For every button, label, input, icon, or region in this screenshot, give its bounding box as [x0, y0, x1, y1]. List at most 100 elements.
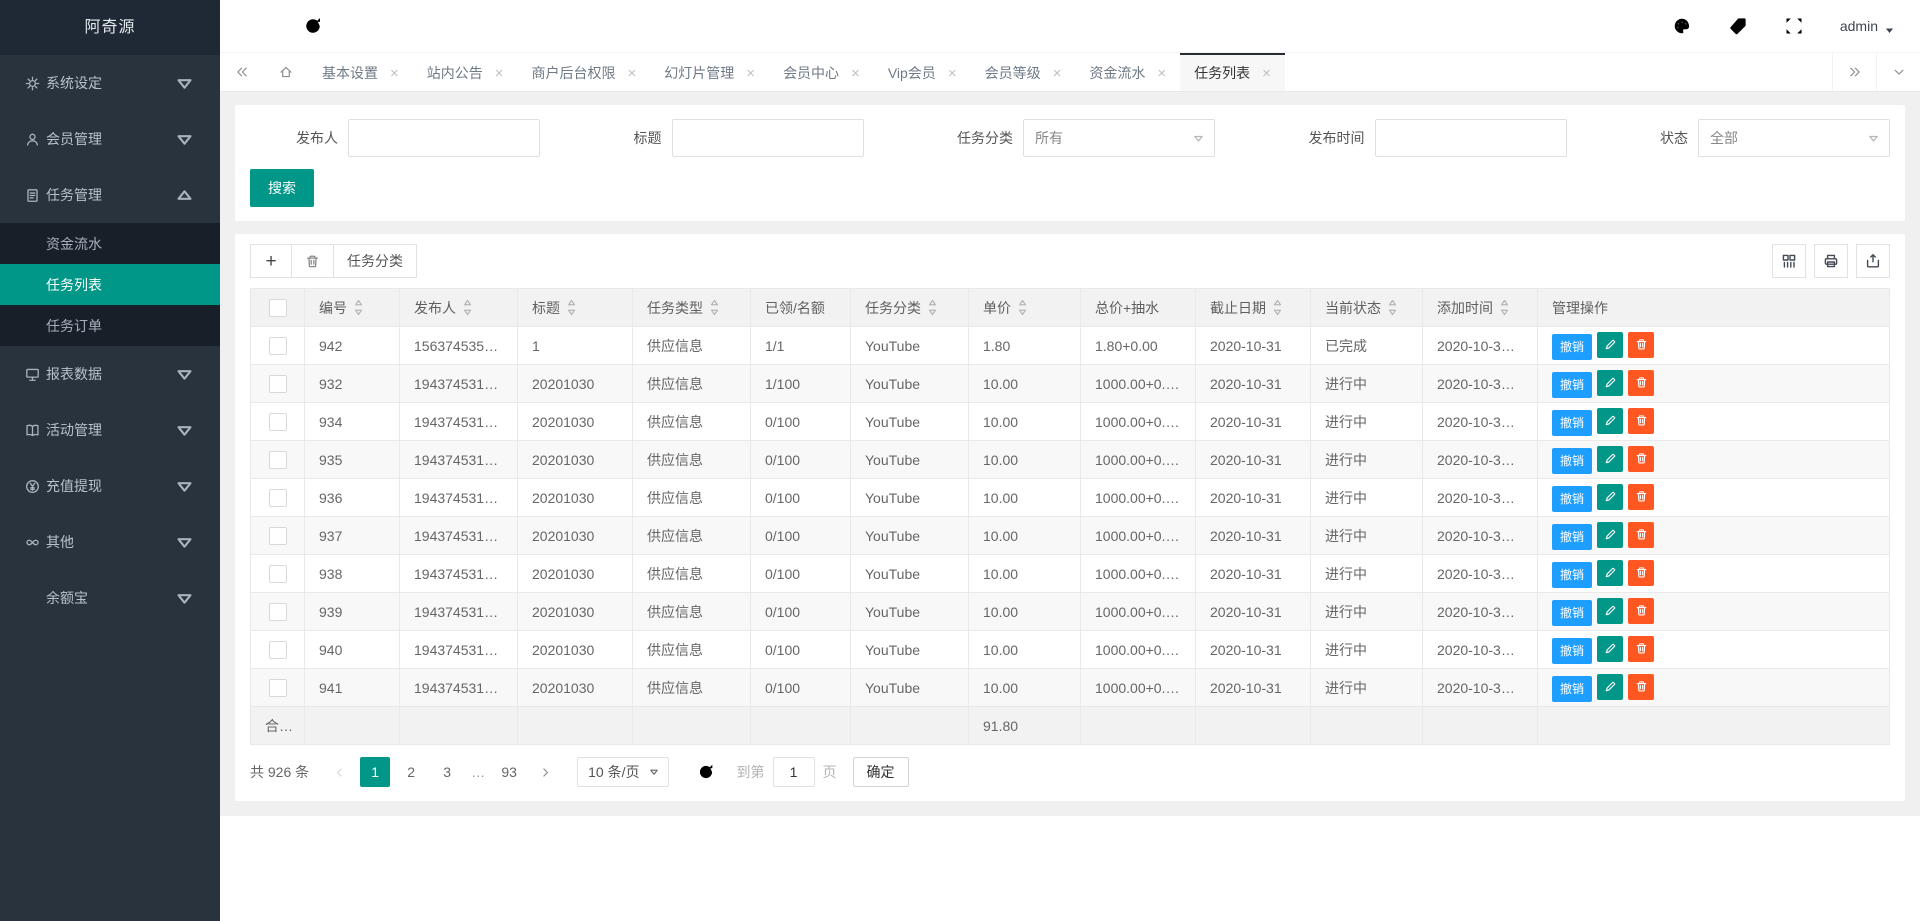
row-checkbox[interactable]: [269, 527, 287, 545]
sidebar-item-other[interactable]: 其他: [0, 514, 220, 570]
revoke-button[interactable]: 撤销: [1552, 638, 1592, 664]
row-checkbox[interactable]: [269, 375, 287, 393]
page-button-1[interactable]: 1: [360, 757, 390, 787]
sort-icon[interactable]: [567, 299, 576, 316]
tab-basic-settings[interactable]: 基本设置×: [308, 53, 413, 91]
row-checkbox[interactable]: [269, 679, 287, 697]
revoke-button[interactable]: 撤销: [1552, 486, 1592, 512]
delete-row-button[interactable]: [1628, 484, 1654, 510]
tabs-menu-button[interactable]: [1876, 53, 1920, 91]
edit-button[interactable]: [1597, 674, 1623, 700]
row-checkbox[interactable]: [269, 337, 287, 355]
revoke-button[interactable]: 撤销: [1552, 600, 1592, 626]
sort-icon[interactable]: [710, 299, 719, 316]
row-checkbox[interactable]: [269, 451, 287, 469]
pagination-refresh-icon[interactable]: [697, 763, 715, 781]
sort-icon[interactable]: [1500, 299, 1509, 316]
sort-icon[interactable]: [1388, 299, 1397, 316]
edit-button[interactable]: [1597, 636, 1623, 662]
row-checkbox[interactable]: [269, 413, 287, 431]
delete-row-button[interactable]: [1628, 332, 1654, 358]
page-button-93[interactable]: 93: [494, 757, 524, 787]
goto-page-input[interactable]: [773, 757, 815, 787]
delete-row-button[interactable]: [1628, 636, 1654, 662]
export-button[interactable]: [1856, 244, 1890, 278]
field-select-status[interactable]: 全部: [1698, 119, 1890, 157]
tab-close-icon[interactable]: ×: [390, 66, 399, 81]
edit-button[interactable]: [1597, 598, 1623, 624]
field-input-publisher[interactable]: [348, 119, 540, 157]
delete-row-button[interactable]: [1628, 560, 1654, 586]
delete-row-button[interactable]: [1628, 522, 1654, 548]
tab-member-center[interactable]: 会员中心×: [769, 53, 874, 91]
user-menu[interactable]: admin: [1840, 18, 1894, 34]
field-input-publish-time[interactable]: [1375, 119, 1567, 157]
row-checkbox[interactable]: [269, 603, 287, 621]
edit-button[interactable]: [1597, 332, 1623, 358]
columns-filter-button[interactable]: [1772, 244, 1806, 278]
revoke-button[interactable]: 撤销: [1552, 524, 1592, 550]
tab-close-icon[interactable]: ×: [1053, 66, 1062, 81]
tag-icon[interactable]: [1728, 16, 1748, 36]
sidebar-subitem-funds-flow[interactable]: 资金流水: [0, 223, 220, 264]
tab-site-announcement[interactable]: 站内公告×: [413, 53, 518, 91]
confirm-button[interactable]: 确定: [853, 757, 909, 787]
delete-row-button[interactable]: [1628, 370, 1654, 396]
revoke-button[interactable]: 撤销: [1552, 410, 1592, 436]
tab-merchant-permissions[interactable]: 商户后台权限×: [518, 53, 651, 91]
page-size-select[interactable]: 10 条/页: [577, 757, 668, 787]
sidebar-item-recharge-withdraw[interactable]: 充值提现: [0, 458, 220, 514]
tab-close-icon[interactable]: ×: [495, 66, 504, 81]
tab-close-icon[interactable]: ×: [1157, 66, 1166, 81]
tab-close-icon[interactable]: ×: [1262, 66, 1271, 81]
task-category-button[interactable]: 任务分类: [333, 244, 417, 278]
select-all-checkbox[interactable]: [269, 299, 287, 317]
sidebar-item-report-data[interactable]: 报表数据: [0, 346, 220, 402]
next-page-button[interactable]: [530, 757, 560, 787]
revoke-button[interactable]: 撤销: [1552, 676, 1592, 702]
tab-close-icon[interactable]: ×: [851, 66, 860, 81]
delete-row-button[interactable]: [1628, 446, 1654, 472]
revoke-button[interactable]: 撤销: [1552, 372, 1592, 398]
tab-slideshow-management[interactable]: 幻灯片管理×: [650, 53, 769, 91]
collapse-menu-icon[interactable]: [246, 16, 266, 36]
edit-button[interactable]: [1597, 370, 1623, 396]
page-button-2[interactable]: 2: [396, 757, 426, 787]
theme-palette-icon[interactable]: [1672, 16, 1692, 36]
edit-button[interactable]: [1597, 522, 1623, 548]
delete-row-button[interactable]: [1628, 408, 1654, 434]
tab-task-list[interactable]: 任务列表×: [1180, 53, 1285, 91]
add-button[interactable]: +: [250, 244, 292, 278]
sort-icon[interactable]: [1018, 299, 1027, 316]
revoke-button[interactable]: 撤销: [1552, 562, 1592, 588]
row-checkbox[interactable]: [269, 565, 287, 583]
delete-row-button[interactable]: [1628, 674, 1654, 700]
revoke-button[interactable]: 撤销: [1552, 448, 1592, 474]
tabs-scroll-right-button[interactable]: [1832, 53, 1876, 91]
tab-close-icon[interactable]: ×: [628, 66, 637, 81]
tab-funds-flow[interactable]: 资金流水×: [1075, 53, 1180, 91]
fullscreen-icon[interactable]: [1784, 16, 1804, 36]
edit-button[interactable]: [1597, 446, 1623, 472]
sort-icon[interactable]: [463, 299, 472, 316]
delete-button[interactable]: [291, 244, 334, 278]
search-button[interactable]: 搜索: [250, 169, 314, 207]
refresh-icon[interactable]: [303, 16, 323, 36]
edit-button[interactable]: [1597, 560, 1623, 586]
sidebar-item-activity-management[interactable]: 活动管理: [0, 402, 220, 458]
sort-icon[interactable]: [354, 299, 363, 316]
tab-close-icon[interactable]: ×: [948, 66, 957, 81]
tabs-scroll-left-button[interactable]: [220, 53, 264, 91]
page-button-3[interactable]: 3: [432, 757, 462, 787]
edit-button[interactable]: [1597, 484, 1623, 510]
sidebar-item-yuebao[interactable]: 余额宝: [0, 570, 220, 626]
row-checkbox[interactable]: [269, 641, 287, 659]
tab-close-icon[interactable]: ×: [746, 66, 755, 81]
sort-icon[interactable]: [928, 299, 937, 316]
delete-row-button[interactable]: [1628, 598, 1654, 624]
sidebar-subitem-task-orders[interactable]: 任务订单: [0, 305, 220, 346]
revoke-button[interactable]: 撤销: [1552, 334, 1592, 360]
print-button[interactable]: [1814, 244, 1848, 278]
edit-button[interactable]: [1597, 408, 1623, 434]
sidebar-item-task-management[interactable]: 任务管理: [0, 167, 220, 223]
